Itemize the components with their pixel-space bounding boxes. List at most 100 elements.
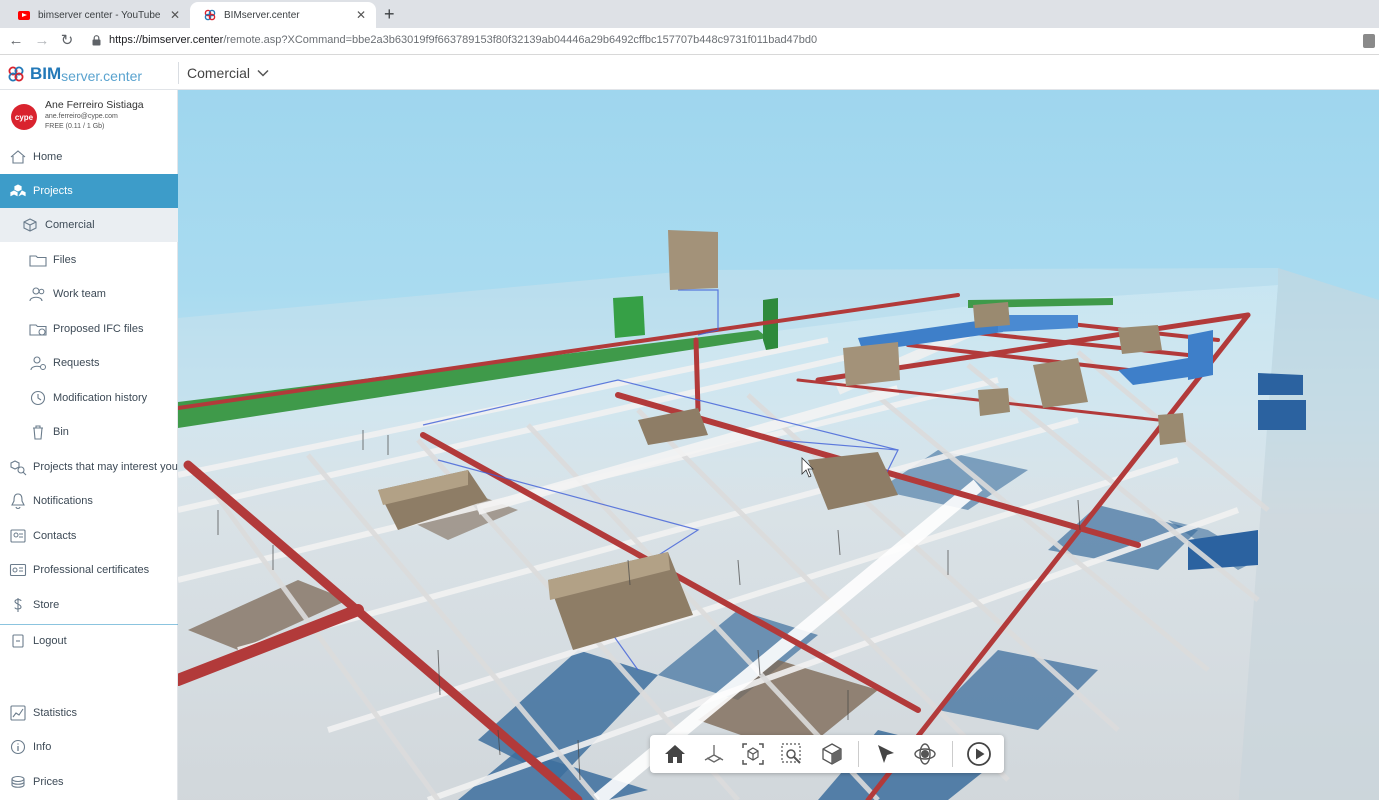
tab-title: BIMserver.center bbox=[224, 9, 300, 21]
sidebar-item-bin[interactable]: Bin bbox=[0, 415, 178, 449]
sidebar-item-logout[interactable]: Logout bbox=[0, 624, 178, 658]
sidebar-item-modification-history[interactable]: Modification history bbox=[0, 381, 178, 415]
sidebar-item-label: Projects that may interest you bbox=[33, 461, 178, 473]
sidebar-item-work-team[interactable]: Work team bbox=[0, 277, 178, 311]
sidebar-item-projects-interest[interactable]: Projects that may interest you bbox=[0, 450, 178, 484]
fit-box-button[interactable] bbox=[739, 739, 768, 769]
avatar: cype bbox=[11, 104, 37, 130]
select-button[interactable] bbox=[871, 739, 900, 769]
bimserver-logo-icon bbox=[8, 66, 24, 82]
team-icon bbox=[29, 287, 45, 302]
sidebar-item-home[interactable]: Home bbox=[0, 140, 178, 174]
sidebar-item-label: Bin bbox=[53, 426, 69, 438]
play-button[interactable] bbox=[965, 739, 994, 769]
projects-cubes-icon bbox=[9, 183, 27, 198]
section-box-icon bbox=[821, 743, 842, 765]
youtube-icon bbox=[18, 9, 30, 21]
orbit-icon bbox=[914, 743, 936, 765]
forward-icon[interactable]: → bbox=[32, 31, 52, 51]
contacts-icon bbox=[10, 529, 26, 543]
app-header: BIM server.center Comercial bbox=[0, 55, 1379, 90]
viewer-toolbar bbox=[650, 735, 1004, 773]
bimserver-logo[interactable]: BIM server.center bbox=[8, 64, 142, 84]
sidebar-item-label: Statistics bbox=[33, 707, 78, 719]
sidebar-item-current-project[interactable]: Comercial bbox=[0, 208, 178, 242]
play-icon bbox=[967, 742, 992, 766]
fit-box-icon bbox=[742, 743, 764, 765]
browser-address-bar: ← → ↻ https://bimserver.center/remote.as… bbox=[0, 28, 1379, 55]
user-card[interactable]: cype Ane Ferreiro Sistiaga ane.ferreiro@… bbox=[0, 90, 178, 140]
bimserver-favicon bbox=[204, 9, 216, 21]
sidebar-item-store[interactable]: Store bbox=[0, 588, 178, 622]
sidebar-item-label: Logout bbox=[33, 635, 67, 647]
browser-tab-bar: bimserver center - YouTube ✕ BIMserver.c… bbox=[0, 0, 1379, 28]
url-host: https://bimserver.center bbox=[109, 34, 224, 46]
toolbar-divider bbox=[858, 741, 860, 767]
axes-button[interactable] bbox=[699, 739, 728, 769]
sidebar-item-label: Professional certificates bbox=[33, 564, 150, 576]
sidebar-item-requests[interactable]: Requests bbox=[0, 346, 178, 380]
browser-tab-bimserver[interactable]: BIMserver.center ✕ bbox=[190, 2, 376, 28]
info-icon bbox=[10, 739, 26, 755]
orbit-button[interactable] bbox=[910, 739, 939, 769]
project-selector[interactable]: Comercial bbox=[178, 62, 270, 84]
section-box-button[interactable] bbox=[817, 739, 846, 769]
home-view-icon bbox=[664, 745, 685, 763]
brand-bold: BIM bbox=[30, 64, 62, 83]
project-selector-label: Comercial bbox=[187, 65, 251, 81]
bell-icon bbox=[11, 493, 25, 510]
close-icon[interactable]: ✕ bbox=[170, 8, 180, 22]
sidebar-item-contacts[interactable]: Contacts bbox=[0, 519, 178, 553]
home-view-button[interactable] bbox=[660, 739, 689, 769]
bim-3d-viewer[interactable] bbox=[178, 90, 1379, 800]
chevron-down-icon bbox=[257, 69, 269, 77]
projects-search-icon bbox=[10, 460, 27, 476]
new-tab-button[interactable]: + bbox=[384, 3, 395, 25]
home-icon bbox=[10, 150, 26, 164]
sidebar-item-info[interactable]: Info bbox=[0, 730, 178, 764]
select-pointer-icon bbox=[877, 745, 894, 763]
url-field[interactable]: https://bimserver.center/remote.asp?XCom… bbox=[109, 34, 817, 46]
zoom-window-button[interactable] bbox=[778, 739, 807, 769]
store-icon bbox=[14, 598, 22, 612]
sidebar-item-label: Work team bbox=[53, 288, 106, 300]
user-email: ane.ferreiro@cype.com bbox=[45, 113, 118, 120]
sidebar-item-label: Store bbox=[33, 599, 60, 611]
sidebar-item-label: Proposed IFC files bbox=[53, 323, 144, 335]
sidebar-item-prices[interactable]: Prices bbox=[0, 765, 178, 799]
statistics-icon bbox=[10, 705, 26, 721]
sidebar-item-label: Contacts bbox=[33, 530, 77, 542]
cube-icon bbox=[23, 218, 37, 232]
folder-ifc-icon bbox=[29, 324, 47, 336]
zoom-window-icon bbox=[781, 743, 802, 764]
browser-tab-youtube[interactable]: bimserver center - YouTube ✕ bbox=[4, 2, 190, 28]
sidebar-item-files[interactable]: Files bbox=[0, 243, 178, 277]
requests-icon bbox=[30, 356, 46, 371]
axes-icon bbox=[704, 745, 724, 763]
prices-icon bbox=[11, 775, 25, 788]
sidebar-item-notifications[interactable]: Notifications bbox=[0, 484, 178, 518]
back-icon[interactable]: ← bbox=[6, 31, 26, 51]
sidebar-item-label: Projects bbox=[33, 185, 73, 197]
trash-icon bbox=[33, 425, 43, 440]
sidebar: cype Ane Ferreiro Sistiaga ane.ferreiro@… bbox=[0, 90, 178, 800]
extension-icon[interactable] bbox=[1363, 34, 1375, 48]
bim-model-render[interactable] bbox=[178, 90, 1379, 800]
folder-icon bbox=[29, 255, 47, 267]
sidebar-item-certificates[interactable]: Professional certificates bbox=[0, 553, 178, 587]
reload-icon[interactable]: ↻ bbox=[57, 31, 77, 51]
sidebar-item-proposed-ifc[interactable]: Proposed IFC files bbox=[0, 312, 178, 346]
sidebar-item-statistics[interactable]: Statistics bbox=[0, 696, 178, 730]
sidebar-item-label: Notifications bbox=[33, 495, 93, 507]
tab-title: bimserver center - YouTube bbox=[38, 9, 161, 21]
close-icon[interactable]: ✕ bbox=[356, 8, 366, 22]
sidebar-item-label: Home bbox=[33, 151, 63, 163]
lock-icon bbox=[92, 35, 101, 46]
toolbar-divider bbox=[951, 741, 953, 767]
logout-icon bbox=[12, 634, 24, 648]
sidebar-item-label: Prices bbox=[33, 776, 64, 788]
certificate-icon bbox=[9, 563, 27, 577]
sidebar-item-label: Requests bbox=[53, 357, 100, 369]
sidebar-item-projects[interactable]: Projects bbox=[0, 174, 178, 208]
url-path: /remote.asp?XCommand=bbe2a3b63019f9f6637… bbox=[223, 34, 818, 46]
